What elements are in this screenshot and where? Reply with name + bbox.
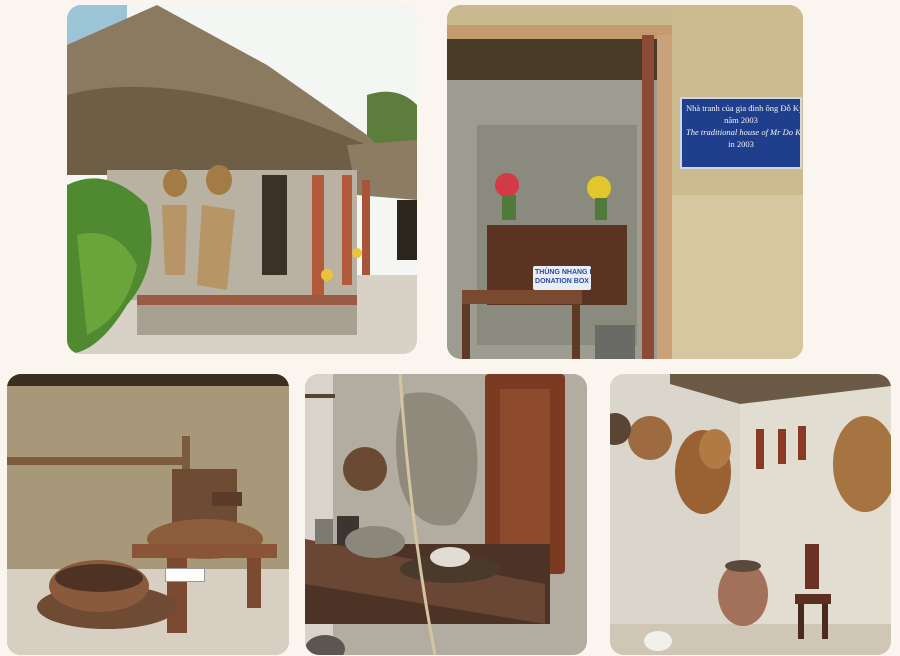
rice-mill-image xyxy=(7,374,289,655)
plaque-line-vietnamese: Nhà tranh của gia đình ông Đỗ Kỳ được ph… xyxy=(686,103,800,113)
photo-altar-doorway: Nhà tranh của gia đình ông Đỗ Kỳ được ph… xyxy=(447,5,803,359)
plaque-line-english: The traditional house of Mr Do Ky's fami… xyxy=(686,127,801,137)
donation-box-line-en: DONATION BOX xyxy=(535,278,589,285)
plaque-line-year-en: in 2003 xyxy=(728,139,754,149)
photo-rice-mill xyxy=(7,374,289,655)
thatched-house-image xyxy=(67,5,417,354)
altar-doorway-image xyxy=(447,5,803,359)
donation-box-line-vi: THÙNG NHANG KHÓI xyxy=(535,269,591,276)
photo-basket-corner xyxy=(610,374,891,655)
photo-thatched-house xyxy=(67,5,417,354)
photo-kitchen-shelf xyxy=(305,374,587,655)
donation-box: THÙNG NHANG KHÓI DONATION BOX xyxy=(533,266,591,290)
plaque-line-year-vi: năm 2003 xyxy=(724,115,758,125)
kitchen-shelf-image xyxy=(305,374,587,655)
exhibit-label xyxy=(165,568,205,582)
info-plaque: Nhà tranh của gia đình ông Đỗ Kỳ được ph… xyxy=(680,97,802,169)
basket-corner-image xyxy=(610,374,891,655)
